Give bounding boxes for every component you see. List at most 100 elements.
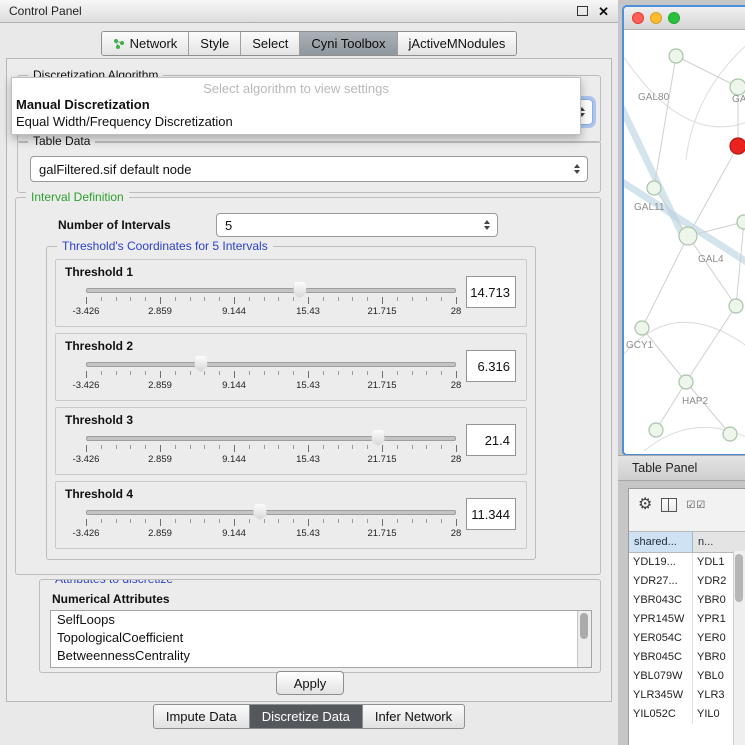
popup-option-manual-discretization[interactable]: Manual Discretization (12, 96, 580, 113)
tick-mark (397, 519, 398, 523)
network-edge[interactable] (654, 56, 676, 188)
threshold-slider[interactable]: -3.4262.8599.14415.4321.71528 (86, 356, 456, 396)
network-node[interactable] (649, 423, 663, 437)
tab-discretize-data[interactable]: Discretize Data (250, 704, 363, 729)
slider-scale-labels: -3.4262.8599.14415.4321.71528 (86, 306, 456, 317)
table-panel-window: ⚙ ☑☑ shared... n... YDL19...YDL1YDR27...… (628, 488, 745, 745)
table-row[interactable]: YBR043CYBR0 (629, 591, 745, 610)
stepper-icon (569, 164, 587, 174)
slider-track[interactable] (86, 362, 456, 367)
scrollbar-thumb[interactable] (580, 613, 588, 639)
table-panel-header[interactable]: Table Panel (618, 455, 745, 481)
network-edge[interactable] (642, 236, 688, 328)
tick-mark (412, 297, 413, 301)
list-scrollbar[interactable] (577, 611, 591, 667)
tab-style[interactable]: Style (188, 32, 240, 55)
network-edge[interactable] (736, 222, 744, 306)
tick-mark (175, 519, 176, 523)
select-columns-icons[interactable]: ☑☑ (686, 500, 706, 511)
table-row[interactable]: YER054CYER0 (629, 629, 745, 648)
slider-thumb[interactable] (293, 282, 306, 298)
table-row[interactable]: YIL052CYIL0 (629, 705, 745, 724)
tab-infer-network[interactable]: Infer Network (363, 704, 465, 729)
network-canvas[interactable]: GAL80GAGAL11GAL4GCY1HAP2 (624, 30, 745, 451)
slider-track[interactable] (86, 510, 456, 515)
threshold-value-input[interactable]: 14.713 (466, 276, 516, 308)
network-edge[interactable] (688, 146, 738, 236)
tab-cyni-toolbox[interactable]: Cyni Toolbox (299, 32, 396, 55)
network-edge-thick[interactable] (624, 96, 682, 234)
slider-thumb[interactable] (194, 356, 207, 372)
threshold-slider[interactable]: -3.4262.8599.14415.4321.71528 (86, 430, 456, 470)
list-items: SelfLoopsTopologicalCoefficientBetweenne… (51, 611, 591, 665)
apply-button[interactable]: Apply (276, 671, 344, 695)
network-edge[interactable] (676, 56, 738, 87)
tick-mark (86, 371, 87, 378)
tab-network[interactable]: Network (102, 32, 189, 55)
network-node[interactable] (723, 427, 737, 441)
network-edge[interactable] (686, 382, 730, 434)
table-row[interactable]: YBR045CYBR0 (629, 648, 745, 667)
threshold-slider[interactable]: -3.4262.8599.14415.4321.71528 (86, 504, 456, 544)
slider-track[interactable] (86, 436, 456, 441)
table-row[interactable]: YDR27...YDR2 (629, 572, 745, 591)
list-item[interactable]: BetweennessCentrality (51, 647, 591, 665)
gear-icon[interactable]: ⚙ (638, 497, 652, 513)
table-data-select[interactable]: galFiltered.sif default node (30, 156, 588, 182)
slider-thumb[interactable] (372, 430, 385, 446)
scrollbar-thumb[interactable] (735, 554, 743, 602)
table-row[interactable]: YLR345WYLR3 (629, 686, 745, 705)
popup-option-equal-width[interactable]: Equal Width/Frequency Discretization (12, 113, 580, 130)
tick-mark (86, 297, 87, 304)
table-row[interactable]: YDL19...YDL1 (629, 553, 745, 572)
network-node[interactable] (679, 375, 693, 389)
tick-mark (190, 371, 191, 375)
tick-mark (456, 371, 457, 378)
network-edge[interactable] (642, 328, 686, 382)
network-node[interactable] (669, 49, 683, 63)
column-header-shared-name[interactable]: shared... (629, 532, 693, 552)
network-edge[interactable] (686, 306, 736, 382)
columns-icon[interactable] (661, 498, 677, 512)
network-node-label: HAP2 (682, 396, 709, 407)
minimize-traffic-light[interactable] (650, 12, 662, 24)
network-node-label: GAL11 (634, 202, 665, 213)
table-row[interactable]: YPR145WYPR1 (629, 610, 745, 629)
numerical-attributes-list[interactable]: SelfLoopsTopologicalCoefficientBetweenne… (50, 610, 592, 668)
popup-placeholder: Select algorithm to view settings (12, 78, 580, 96)
zoom-traffic-light[interactable] (668, 12, 680, 24)
close-traffic-light[interactable] (632, 12, 644, 24)
network-edge-thick[interactable] (624, 178, 745, 268)
network-node-selected[interactable] (730, 138, 745, 154)
tick-mark (145, 371, 146, 375)
tab-jactivemnodules[interactable]: jActiveMNodules (397, 32, 517, 55)
network-node[interactable] (679, 227, 697, 245)
tab-select[interactable]: Select (240, 32, 299, 55)
network-node[interactable] (647, 181, 661, 195)
tick-mark (219, 519, 220, 523)
tick-mark (367, 519, 368, 523)
threshold-value-input[interactable]: 11.344 (466, 498, 516, 530)
tab-impute-data[interactable]: Impute Data (153, 704, 250, 729)
slider-track[interactable] (86, 288, 456, 293)
float-window-icon[interactable] (577, 6, 588, 16)
tick-mark (116, 371, 117, 375)
threshold-value-input[interactable]: 6.316 (466, 350, 516, 382)
close-icon[interactable]: ✕ (598, 5, 609, 18)
control-panel: Control Panel ✕ Network Style (0, 0, 619, 745)
network-node[interactable] (729, 299, 743, 313)
slider-thumb[interactable] (253, 504, 266, 520)
table-row[interactable]: YBL079WYBL0 (629, 667, 745, 686)
network-node[interactable] (737, 215, 745, 229)
table-scrollbar[interactable] (733, 551, 745, 745)
network-node[interactable] (635, 321, 649, 335)
threshold-slider[interactable]: -3.4262.8599.14415.4321.71528 (86, 282, 456, 322)
list-item[interactable]: TopologicalCoefficient (51, 629, 591, 647)
list-item[interactable]: SelfLoops (51, 611, 591, 629)
threshold-value-input[interactable]: 21.4 (466, 424, 516, 456)
threshold-group: Threshold 2 -3.4262.8599.14415.4321.7152… (55, 333, 527, 401)
slider-scale-label: 2.859 (148, 306, 172, 317)
number-of-intervals-select[interactable]: 5 (216, 213, 498, 237)
network-node[interactable] (730, 79, 745, 95)
column-header-name[interactable]: n... (693, 532, 745, 552)
